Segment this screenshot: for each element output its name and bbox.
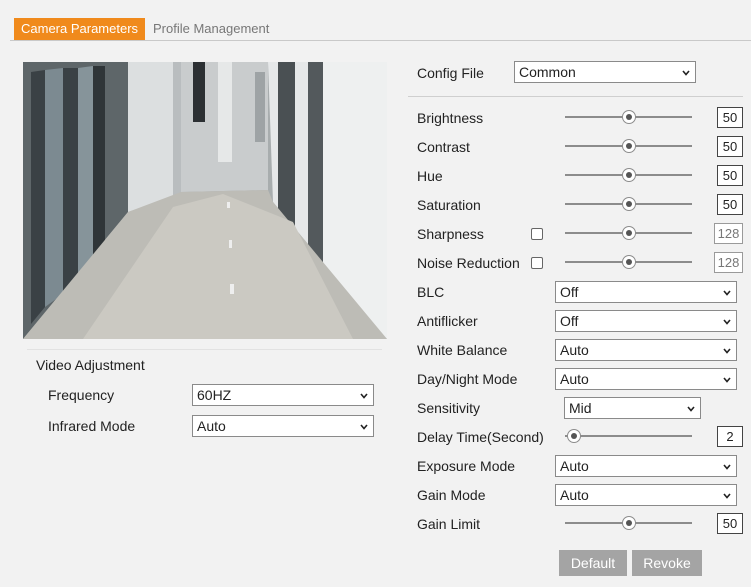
chevron-down-icon xyxy=(723,377,731,383)
antiflicker-label: Antiflicker xyxy=(417,313,478,329)
contrast-label: Contrast xyxy=(417,139,470,155)
gain-mode-label: Gain Mode xyxy=(417,487,486,503)
brightness-value[interactable]: 50 xyxy=(717,107,743,128)
chevron-down-icon xyxy=(723,464,731,470)
sensitivity-select[interactable]: Mid xyxy=(564,397,701,419)
tab-camera-parameters[interactable]: Camera Parameters xyxy=(14,18,146,40)
sensitivity-label: Sensitivity xyxy=(417,400,481,416)
divider xyxy=(408,96,743,97)
exposure-mode-select[interactable]: Auto xyxy=(555,455,737,477)
default-button[interactable]: Default xyxy=(559,550,627,576)
exposure-mode-label: Exposure Mode xyxy=(417,458,516,474)
antiflicker-select[interactable]: Off xyxy=(555,310,737,332)
blc-label: BLC xyxy=(417,284,445,300)
sharpness-checkbox[interactable] xyxy=(531,228,543,240)
config-file-label: Config File xyxy=(417,65,484,81)
delay-time-slider[interactable] xyxy=(565,428,692,444)
contrast-slider[interactable] xyxy=(565,138,692,154)
white-balance-select[interactable]: Auto xyxy=(555,339,737,361)
day-night-mode-label: Day/Night Mode xyxy=(417,371,518,387)
brightness-label: Brightness xyxy=(417,110,484,126)
tab-profile-management[interactable]: Profile Management xyxy=(146,18,276,40)
sharpness-slider[interactable] xyxy=(565,225,692,241)
tab-bar: Camera Parameters Profile Management xyxy=(10,12,751,41)
slider-thumb-icon[interactable] xyxy=(621,139,636,153)
slider-thumb-icon[interactable] xyxy=(621,516,636,530)
video-adjustment-title: Video Adjustment xyxy=(36,357,145,373)
sharpness-value[interactable]: 128 xyxy=(714,223,743,244)
chevron-down-icon xyxy=(360,424,368,430)
sharpness-label: Sharpness xyxy=(417,226,484,242)
gain-limit-slider[interactable] xyxy=(565,515,692,531)
infrared-mode-label: Infrared Mode xyxy=(48,418,136,434)
chevron-down-icon xyxy=(723,290,731,296)
saturation-label: Saturation xyxy=(417,197,481,213)
white-balance-value: Auto xyxy=(560,342,589,358)
white-balance-label: White Balance xyxy=(417,342,508,358)
brightness-slider[interactable] xyxy=(565,109,692,125)
slider-thumb-icon[interactable] xyxy=(621,226,636,240)
noise-reduction-label: Noise Reduction xyxy=(417,255,520,271)
hue-value[interactable]: 50 xyxy=(717,165,743,186)
gain-mode-select[interactable]: Auto xyxy=(555,484,737,506)
infrared-mode-value: Auto xyxy=(197,418,226,434)
frequency-select[interactable]: 60HZ xyxy=(192,384,374,406)
day-night-mode-select[interactable]: Auto xyxy=(555,368,737,390)
noise-reduction-value[interactable]: 128 xyxy=(714,252,743,273)
camera-preview xyxy=(23,62,387,339)
blc-select[interactable]: Off xyxy=(555,281,737,303)
delay-time-value[interactable]: 2 xyxy=(717,426,743,447)
slider-thumb-icon[interactable] xyxy=(621,255,636,269)
gain-mode-value: Auto xyxy=(560,487,589,503)
blc-value: Off xyxy=(560,284,579,300)
hue-slider[interactable] xyxy=(565,167,692,183)
slider-thumb-icon[interactable] xyxy=(567,429,582,443)
slider-track xyxy=(565,435,692,437)
slider-thumb-icon[interactable] xyxy=(621,197,636,211)
infrared-mode-select[interactable]: Auto xyxy=(192,415,374,437)
slider-thumb-icon[interactable] xyxy=(621,168,636,182)
delay-time-label: Delay Time(Second) xyxy=(417,429,544,445)
contrast-value[interactable]: 50 xyxy=(717,136,743,157)
gain-limit-value[interactable]: 50 xyxy=(717,513,743,534)
frequency-value: 60HZ xyxy=(197,387,232,403)
chevron-down-icon xyxy=(723,348,731,354)
sensitivity-value: Mid xyxy=(569,400,592,416)
noise-reduction-slider[interactable] xyxy=(565,254,692,270)
saturation-value[interactable]: 50 xyxy=(717,194,743,215)
noise-reduction-checkbox[interactable] xyxy=(531,257,543,269)
day-night-mode-value: Auto xyxy=(560,371,589,387)
saturation-slider[interactable] xyxy=(565,196,692,212)
config-file-select[interactable]: Common xyxy=(514,61,696,83)
chevron-down-icon xyxy=(723,319,731,325)
config-file-value: Common xyxy=(519,64,576,80)
slider-thumb-icon[interactable] xyxy=(621,110,636,124)
chevron-down-icon xyxy=(682,70,690,76)
frequency-label: Frequency xyxy=(48,387,115,403)
hue-label: Hue xyxy=(417,168,443,184)
antiflicker-value: Off xyxy=(560,313,579,329)
revoke-button[interactable]: Revoke xyxy=(632,550,702,576)
chevron-down-icon xyxy=(360,393,368,399)
chevron-down-icon xyxy=(723,493,731,499)
gain-limit-label: Gain Limit xyxy=(417,516,481,532)
exposure-mode-value: Auto xyxy=(560,458,589,474)
chevron-down-icon xyxy=(687,406,695,412)
